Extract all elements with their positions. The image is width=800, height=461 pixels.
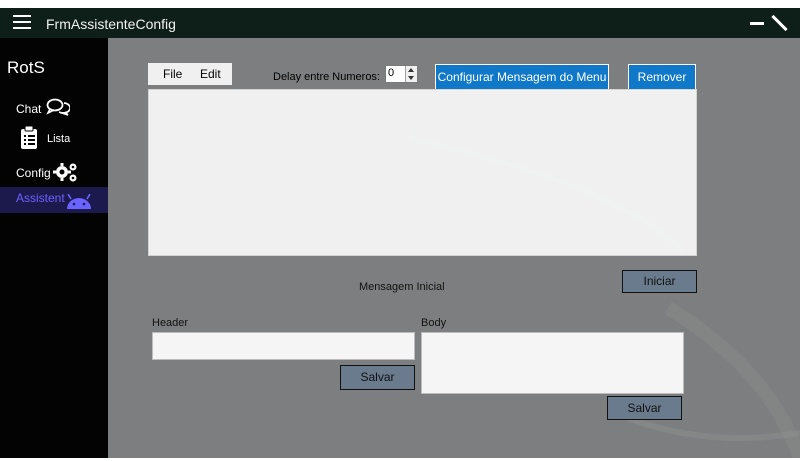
- close-button[interactable]: [770, 14, 788, 32]
- iniciar-button[interactable]: Iniciar: [622, 270, 697, 293]
- menu-edit[interactable]: Edit: [200, 67, 221, 81]
- clipboard-list-icon: [21, 126, 37, 149]
- salvar-header-button[interactable]: Salvar: [340, 365, 415, 390]
- configurar-mensagem-button[interactable]: Configurar Mensagem do Menu: [435, 64, 609, 91]
- gears-icon: [53, 163, 77, 182]
- chat-icon: [46, 98, 70, 116]
- sidebar-item-label: Chat: [16, 102, 42, 116]
- minimize-button[interactable]: [750, 14, 768, 32]
- main-content: File Edit Delay entre Numeros: 0 Configu…: [108, 38, 800, 458]
- title-bar: FrmAssistenteConfig: [0, 8, 800, 38]
- menu-bar: File Edit: [148, 63, 232, 85]
- header-field[interactable]: [152, 332, 415, 360]
- header-label: Header: [152, 317, 189, 329]
- sidebar-item-lista[interactable]: Lista: [0, 126, 108, 152]
- sidebar: RotS Chat Lista Config Assistent: [0, 38, 108, 458]
- app-window: FrmAssistenteConfig RotS Chat Lista Conf…: [0, 8, 800, 458]
- stepper-down-icon[interactable]: [408, 76, 414, 80]
- stepper-buttons: [405, 66, 417, 82]
- sidebar-item-label: Assistent: [16, 191, 65, 205]
- body-field[interactable]: [421, 332, 684, 394]
- menu-file[interactable]: File: [163, 67, 182, 81]
- remover-button[interactable]: Remover: [628, 64, 696, 91]
- delay-stepper[interactable]: 0: [385, 65, 418, 83]
- brand-title: RotS: [7, 58, 45, 77]
- hamburger-menu-icon[interactable]: [13, 15, 31, 29]
- sidebar-item-config[interactable]: Config: [0, 160, 108, 186]
- delay-value[interactable]: 0: [388, 67, 394, 79]
- sidebar-item-chat[interactable]: Chat: [0, 96, 108, 122]
- stepper-up-icon[interactable]: [408, 68, 414, 72]
- android-icon: [67, 194, 91, 209]
- message-list-area[interactable]: [148, 89, 697, 256]
- sidebar-item-label: Lista: [47, 133, 71, 145]
- body-label: Body: [421, 317, 447, 329]
- delay-label: Delay entre Numeros:: [273, 71, 380, 83]
- window-title: FrmAssistenteConfig: [46, 16, 176, 32]
- mensagem-inicial-label: Mensagem Inicial: [359, 281, 445, 293]
- sidebar-item-label: Config: [16, 166, 51, 180]
- sidebar-item-assistent[interactable]: Assistent: [0, 187, 108, 213]
- salvar-body-button[interactable]: Salvar: [607, 396, 682, 420]
